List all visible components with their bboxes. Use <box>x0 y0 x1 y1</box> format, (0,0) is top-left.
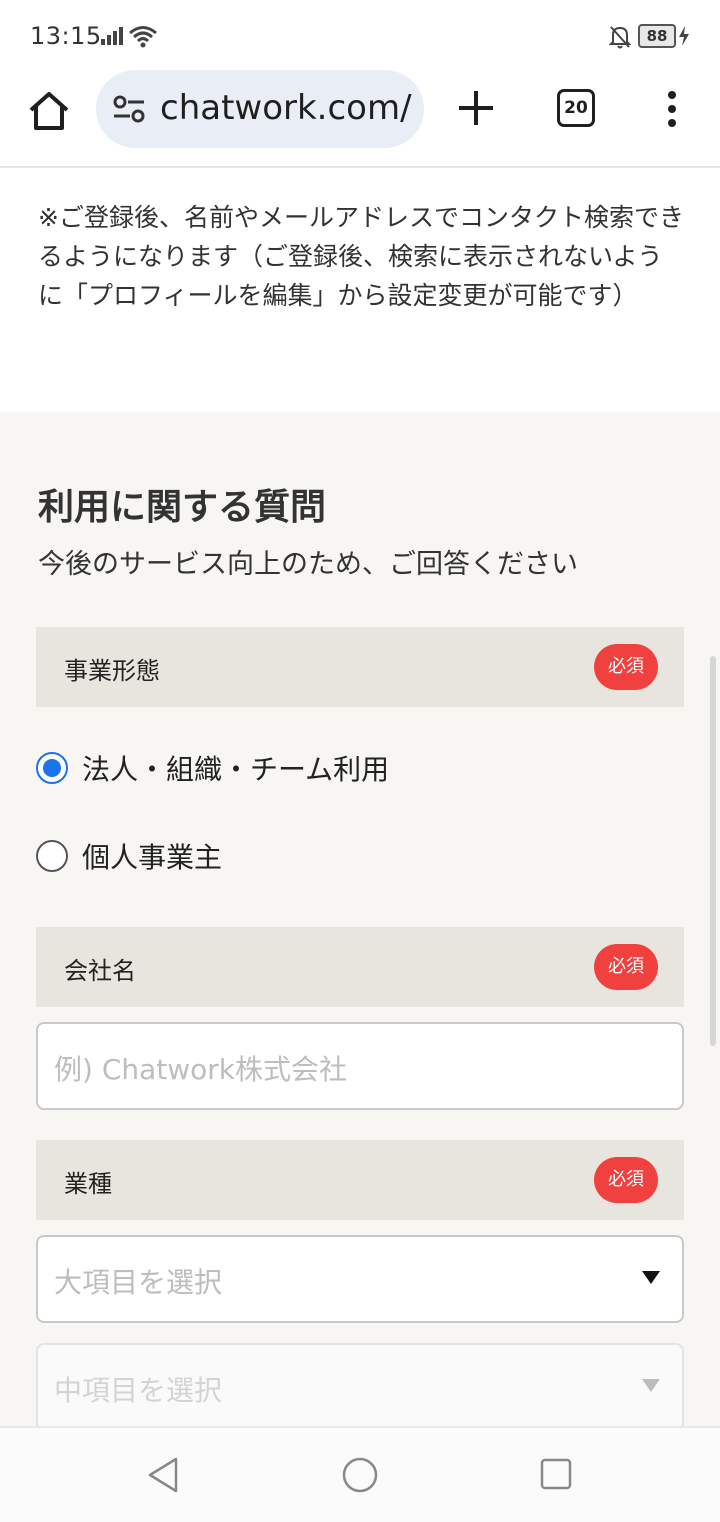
browser-toolbar: chatwork.com/ 20 <box>0 70 720 168</box>
battery-icon: 88 <box>638 24 676 48</box>
site-settings-icon[interactable] <box>112 94 146 124</box>
new-tab-icon[interactable] <box>456 88 496 128</box>
tab-switcher-button[interactable]: 20 <box>557 89 595 127</box>
usage-questions-section: 利用に関する質問 今後のサービス向上のため、ご回答ください 事業形態 必須 法人… <box>0 412 720 1431</box>
url-text[interactable]: chatwork.com/ <box>160 88 412 128</box>
home-nav-icon[interactable] <box>340 1456 380 1496</box>
wifi-icon <box>129 26 157 48</box>
industry-minor-select[interactable]: 中項目を選択 <box>36 1343 684 1431</box>
section-subtitle: 今後のサービス向上のため、ご回答ください <box>38 549 578 580</box>
recents-icon[interactable] <box>538 1456 574 1494</box>
home-icon[interactable] <box>26 88 72 134</box>
industry-header: 業種 必須 <box>36 1140 684 1220</box>
company-name-placeholder: 例) Chatwork株式会社 <box>54 1053 348 1086</box>
company-name-input[interactable]: 例) Chatwork株式会社 <box>36 1022 684 1110</box>
company-name-header: 会社名 必須 <box>36 927 684 1007</box>
bell-muted-icon <box>608 26 632 49</box>
page-scrollbar[interactable] <box>710 656 716 1046</box>
industry-major-select[interactable]: 大項目を選択 <box>36 1235 684 1323</box>
radio-button[interactable] <box>36 840 68 872</box>
industry-major-placeholder: 大項目を選択 <box>54 1266 223 1299</box>
charging-icon <box>679 26 689 46</box>
business-type-header: 事業形態 必須 <box>36 627 684 707</box>
radio-button-checked[interactable] <box>36 752 68 784</box>
url-bar[interactable]: chatwork.com/ <box>96 70 424 148</box>
status-bar: 13:15 88 <box>0 0 720 72</box>
required-badge: 必須 <box>594 944 658 990</box>
dropdown-arrow-icon <box>642 1271 660 1284</box>
radio-label[interactable]: 法人・組織・チーム利用 <box>82 748 389 788</box>
status-time: 13:15 <box>30 22 102 50</box>
signal-icon <box>101 27 123 45</box>
system-navigation-bar <box>0 1426 720 1522</box>
industry-minor-placeholder: 中項目を選択 <box>54 1374 223 1407</box>
company-name-label: 会社名 <box>64 957 136 985</box>
contact-search-notice: ※ご登録後、名前やメールアドレスでコンタクト検索できるようになります（ご登録後、… <box>38 203 684 310</box>
dropdown-arrow-icon <box>642 1379 660 1392</box>
required-badge: 必須 <box>594 1157 658 1203</box>
back-icon[interactable] <box>146 1456 182 1494</box>
radio-label[interactable]: 個人事業主 <box>82 836 222 876</box>
business-type-label: 事業形態 <box>64 657 160 685</box>
section-title: 利用に関する質問 <box>38 487 327 528</box>
more-menu-icon[interactable] <box>660 90 684 130</box>
required-badge: 必須 <box>594 644 658 690</box>
industry-label: 業種 <box>64 1170 112 1198</box>
